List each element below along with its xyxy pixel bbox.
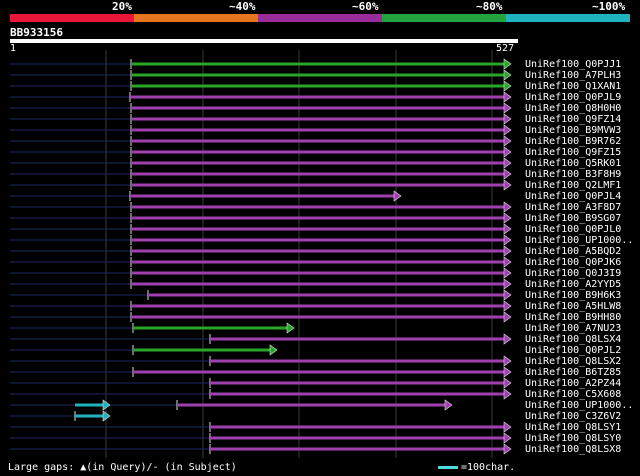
hit-arrow-icon <box>503 366 512 378</box>
hit-arrow-icon <box>503 432 512 444</box>
hit-arrow-icon <box>269 344 278 356</box>
hit-arrow-icon <box>503 102 512 114</box>
hit-arrow-icon <box>393 190 402 202</box>
hit-label[interactable]: UniRef100_B9R762 <box>525 136 621 147</box>
hit-label[interactable]: UniRef100_B9SG07 <box>525 213 621 224</box>
hit-label[interactable]: UniRef100_A2YYD5 <box>525 279 621 290</box>
hit-label[interactable]: UniRef100_B9HH80 <box>525 312 621 323</box>
hit-label[interactable]: UniRef100_Q0PJL9 <box>525 92 621 103</box>
hit-arrow-icon <box>503 168 512 180</box>
hit-arrow-icon <box>503 355 512 367</box>
hit-arrow-icon <box>503 58 512 70</box>
hit-label[interactable]: UniRef100_B6TZ85 <box>525 367 621 378</box>
hit-label[interactable]: UniRef100_B3F8H9 <box>525 169 621 180</box>
hit-label[interactable]: UniRef100_Q9FZ15 <box>525 147 621 158</box>
hit-arrow-icon <box>503 212 512 224</box>
hit-label[interactable]: UniRef100_Q5RK01 <box>525 158 621 169</box>
hit-label[interactable]: UniRef100_C3Z6V2 <box>525 411 621 422</box>
hit-arrow-icon <box>503 289 512 301</box>
hit-arrow-icon <box>503 146 512 158</box>
hit-label[interactable]: UniRef100_Q8LSY1 <box>525 422 621 433</box>
hit-arrow-icon <box>503 388 512 400</box>
hit-arrow-icon <box>503 157 512 169</box>
hit-arrow-icon <box>503 234 512 246</box>
hit-arrow-icon <box>503 443 512 455</box>
hit-label[interactable]: UniRef100_Q8LSX2 <box>525 356 621 367</box>
gap-legend: Large gaps: ▲(in Query)/- (in Subject) <box>8 462 237 473</box>
hit-arrow-icon <box>503 69 512 81</box>
hit-arrow-icon <box>286 322 295 334</box>
hit-arrow-icon <box>503 201 512 213</box>
hit-arrow-icon <box>503 278 512 290</box>
hit-arrow-icon <box>503 91 512 103</box>
hit-label[interactable]: UniRef100_Q0J3I9 <box>525 268 621 279</box>
hit-label[interactable]: UniRef100_C5X608 <box>525 389 621 400</box>
hit-label[interactable]: UniRef100_A5BQD2 <box>525 246 621 257</box>
hit-arrow-icon <box>503 377 512 389</box>
hit-arrow-icon <box>503 267 512 279</box>
scale-label: =100char. <box>461 462 516 473</box>
hit-arrow-icon <box>503 311 512 323</box>
hit-arrow-icon <box>503 124 512 136</box>
hit-label[interactable]: UniRef100_Q8LSX8 <box>525 444 621 455</box>
hit-label[interactable]: UniRef100_Q0PJL4 <box>525 191 621 202</box>
hit-label[interactable]: UniRef100_Q2LMF1 <box>525 180 621 191</box>
hit-arrow-icon <box>503 135 512 147</box>
hit-arrow-icon <box>503 113 512 125</box>
hit-label[interactable]: UniRef100_A5HLW8 <box>525 301 621 312</box>
hit-arrow-icon <box>503 179 512 191</box>
hit-label[interactable]: UniRef100_Q1XAN1 <box>525 81 621 92</box>
hit-label[interactable]: UniRef100_Q0PJK6 <box>525 257 621 268</box>
scale-bar-icon <box>438 465 458 469</box>
hit-label[interactable]: UniRef100_Q0PJL2 <box>525 345 621 356</box>
hit-arrow-icon <box>503 245 512 257</box>
hit-arrow-icon <box>503 223 512 235</box>
hit-label[interactable]: UniRef100_A7NU23 <box>525 323 621 334</box>
hit-arrow-icon <box>503 80 512 92</box>
hit-arrow-icon <box>503 300 512 312</box>
hit-label[interactable]: UniRef100_Q0PJL0 <box>525 224 621 235</box>
hit-arrow-icon <box>503 333 512 345</box>
hit-label[interactable]: UniRef100_Q9FZ14 <box>525 114 621 125</box>
hit-arrow-icon <box>444 399 453 411</box>
hit-arrow-icon <box>503 421 512 433</box>
hit-label[interactable]: UniRef100_Q8H0H0 <box>525 103 621 114</box>
hit-label[interactable]: UniRef100_UP1000.. <box>525 400 633 411</box>
hit-label[interactable]: UniRef100_Q0PJJ1 <box>525 59 621 70</box>
hit-label[interactable]: UniRef100_B9MVW3 <box>525 125 621 136</box>
hit-label[interactable]: UniRef100_Q8LSY0 <box>525 433 621 444</box>
hit-label[interactable]: UniRef100_B9H6K3 <box>525 290 621 301</box>
hit-label[interactable]: UniRef100_A2PZ44 <box>525 378 621 389</box>
hit-label[interactable]: UniRef100_A7PLH3 <box>525 70 621 81</box>
hit-label[interactable]: UniRef100_UP1000.. <box>525 235 633 246</box>
scale-legend: =100char. <box>438 462 515 473</box>
hit-arrow-icon <box>503 256 512 268</box>
hit-label[interactable]: UniRef100_Q8LSX4 <box>525 334 621 345</box>
hit-label[interactable]: UniRef100_A3F8D7 <box>525 202 621 213</box>
